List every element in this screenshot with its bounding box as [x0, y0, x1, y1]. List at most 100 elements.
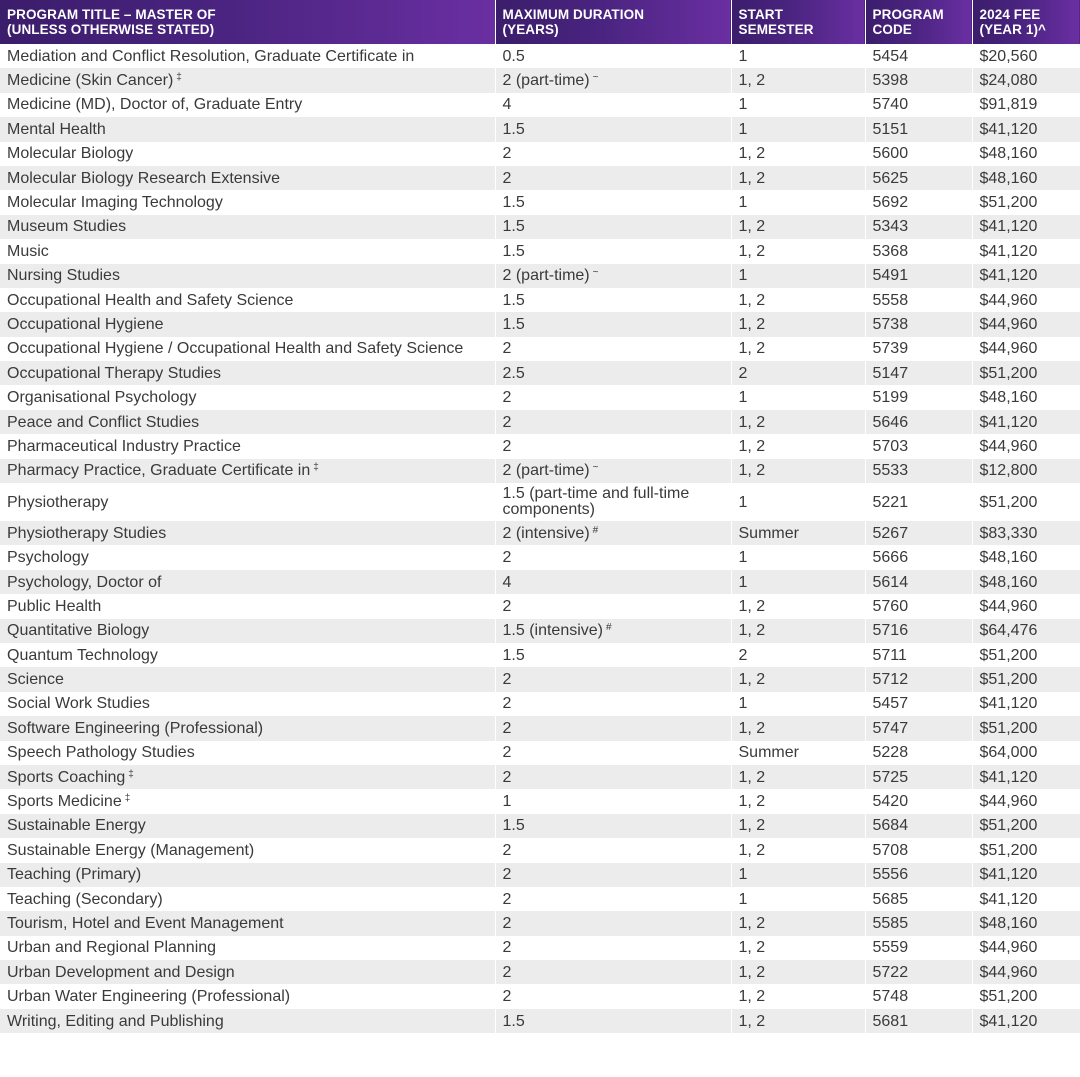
duration-text: 1.5: [502, 1012, 525, 1030]
cell-start-semester: 1, 2: [730, 458, 865, 484]
cell-program-code: 5267: [864, 521, 972, 546]
duration-text: 2: [502, 841, 512, 859]
duration-text: 2: [502, 437, 512, 455]
cell-duration: 2: [494, 862, 731, 887]
cell-start-semester: 1, 2: [730, 789, 865, 814]
cell-start-semester: 1, 2: [730, 911, 865, 936]
cell-fee: $44,960: [971, 935, 1080, 961]
cell-fee: $51,200: [971, 984, 1080, 1009]
duration-text: 2: [502, 866, 512, 884]
duration-text: 2: [502, 768, 512, 786]
cell-program-title: Molecular Biology: [0, 141, 495, 166]
duration-text: 2: [502, 671, 512, 689]
semester-text: 1, 2: [738, 340, 766, 358]
cell-program-code: 5457: [864, 691, 972, 717]
fee-text: $51,200: [979, 841, 1038, 859]
cell-duration: 2: [494, 935, 731, 961]
fee-text: $44,960: [979, 939, 1038, 957]
cell-program-code: 5685: [864, 886, 972, 912]
cell-fee: $44,960: [971, 594, 1080, 619]
table-row: Sports Coaching ‡ 2 1, 2 5725 $41,120: [0, 764, 1080, 790]
fee-text: $41,120: [979, 1012, 1038, 1030]
cell-duration: 2: [494, 141, 731, 166]
cell-program-code: 5646: [864, 409, 972, 435]
table-row: Mental Health 1.5 1 5151 $41,120: [0, 117, 1080, 142]
cell-program-code: 5454: [864, 44, 972, 69]
program-title-text: Mental Health: [7, 120, 106, 138]
table-row: Occupational Therapy Studies 2.5 2 5147 …: [0, 361, 1080, 386]
cell-program-code: 5722: [864, 960, 972, 985]
cell-program-title: Physiotherapy Studies: [0, 521, 495, 546]
table-row: Physiotherapy 1.5 (part-time and full-ti…: [0, 483, 1080, 522]
fee-text: $51,200: [979, 988, 1038, 1006]
table-row: Tourism, Hotel and Event Management 2 1,…: [0, 911, 1080, 936]
fee-text: $64,000: [979, 744, 1038, 762]
cell-duration: 1.5: [494, 117, 731, 142]
cell-fee: $41,120: [971, 886, 1080, 912]
fee-text: $41,120: [979, 890, 1038, 908]
cell-program-title: Urban Development and Design: [0, 960, 495, 985]
code-text: 5625: [872, 169, 909, 187]
cell-program-code: 5738: [864, 312, 972, 337]
cell-program-code: 5740: [864, 92, 972, 118]
header-row: PROGRAM TITLE – MASTER OF (UNLESS OTHERW…: [0, 0, 1080, 44]
cell-start-semester: 1, 2: [730, 239, 865, 264]
cell-start-semester: Summer: [730, 740, 865, 765]
program-title-text: Teaching (Secondary): [7, 890, 163, 908]
code-text: 5740: [872, 96, 909, 114]
duration-footnote-mark: ~: [592, 72, 599, 84]
cell-program-code: 5343: [864, 214, 972, 240]
cell-program-title: Music: [0, 239, 495, 264]
fee-text: $48,160: [979, 169, 1038, 187]
cell-program-code: 5585: [864, 911, 972, 936]
table-row: Software Engineering (Professional) 2 1,…: [0, 716, 1080, 741]
program-title-text: Sports Medicine: [7, 793, 122, 811]
duration-text: 2 (part-time): [502, 72, 590, 90]
fee-text: $41,120: [979, 218, 1038, 236]
cell-program-code: 5708: [864, 838, 972, 863]
cell-program-code: 5556: [864, 862, 972, 887]
cell-program-title: Mediation and Conflict Resolution, Gradu…: [0, 44, 495, 69]
duration-text: 1: [502, 793, 512, 811]
fee-text: $48,160: [979, 389, 1038, 407]
cell-start-semester: 1: [730, 691, 865, 717]
cell-program-code: 5760: [864, 594, 972, 619]
duration-text: 1.5 (intensive): [502, 622, 604, 640]
fee-text: $24,080: [979, 72, 1038, 90]
semester-text: 1: [738, 493, 748, 511]
cell-start-semester: 1, 2: [730, 716, 865, 741]
cell-duration: 2: [494, 667, 731, 692]
program-title-text: Music: [7, 242, 49, 260]
code-text: 5556: [872, 866, 909, 884]
cell-program-code: 5666: [864, 545, 972, 570]
semester-text: 1: [738, 389, 748, 407]
cell-program-code: 5703: [864, 434, 972, 459]
cell-start-semester: 1, 2: [730, 960, 865, 985]
cell-duration: 2: [494, 336, 731, 362]
duration-text: 1.5: [502, 194, 525, 212]
cell-program-code: 5681: [864, 1008, 972, 1034]
cell-fee: $51,200: [971, 483, 1080, 522]
cell-fee: $48,160: [971, 141, 1080, 166]
table-row: Sustainable Energy (Management) 2 1, 2 5…: [0, 838, 1080, 863]
cell-duration: 1.5: [494, 214, 731, 240]
program-title-text: Molecular Biology: [7, 145, 134, 163]
duration-text: 2: [502, 963, 512, 981]
semester-text: 1, 2: [738, 939, 766, 957]
duration-text: 2: [502, 340, 512, 358]
fee-text: $20,560: [979, 47, 1038, 65]
header-program-code: PROGRAM CODE: [864, 0, 972, 44]
duration-text: 1.5: [502, 242, 525, 260]
header-fee: 2024 FEE (YEAR 1)^: [971, 0, 1080, 44]
table-row: Psychology, Doctor of 4 1 5614 $48,160: [0, 569, 1080, 595]
table-row: Nursing Studies 2 (part-time) ~ 1 5491 $4…: [0, 263, 1080, 288]
cell-start-semester: 1, 2: [730, 336, 865, 362]
cell-program-title: Sports Medicine ‡: [0, 789, 495, 814]
fee-text: $41,120: [979, 768, 1038, 786]
cell-start-semester: 1: [730, 862, 865, 887]
cell-program-title: Occupational Hygiene / Occupational Heal…: [0, 336, 495, 362]
duration-footnote-mark: #: [592, 524, 599, 536]
fee-text: $48,160: [979, 914, 1038, 932]
program-title-text: Urban and Regional Planning: [7, 939, 217, 957]
cell-fee: $51,200: [971, 667, 1080, 692]
